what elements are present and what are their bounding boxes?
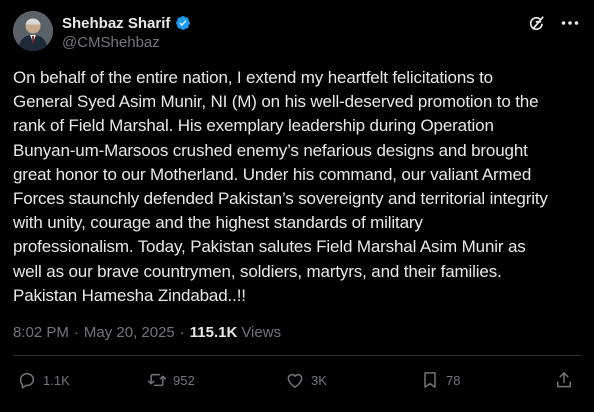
- post-card: Shehbaz Sharif @CMShehbaz On behalf of t…: [0, 0, 594, 412]
- views-label: Views: [241, 324, 282, 341]
- repost-count: 952: [173, 372, 195, 388]
- more-icon[interactable]: [560, 13, 580, 33]
- post-header: Shehbaz Sharif @CMShehbaz: [13, 11, 580, 53]
- reply-icon: [19, 373, 35, 389]
- display-name[interactable]: Shehbaz Sharif: [62, 15, 170, 32]
- meta-separator: ·: [179, 324, 185, 341]
- post-date[interactable]: May 20, 2025: [84, 324, 175, 341]
- bookmark-count: 78: [446, 372, 461, 388]
- divider: [13, 355, 581, 356]
- verified-badge-icon[interactable]: [174, 14, 192, 32]
- bookmark-icon: [424, 372, 436, 388]
- post-text: On behalf of the entire nation, I extend…: [13, 68, 548, 305]
- grok-icon[interactable]: [526, 13, 546, 33]
- heart-icon: [287, 373, 303, 388]
- name-row: Shehbaz Sharif: [62, 14, 192, 32]
- share-button[interactable]: [554, 370, 574, 390]
- meta-separator: ·: [73, 324, 79, 341]
- share-icon: [557, 372, 571, 388]
- post-meta: 8:02 PM · May 20, 2025 · 115.1K Views: [13, 324, 281, 341]
- like-count: 3K: [311, 372, 327, 388]
- like-button[interactable]: 3K: [285, 370, 327, 390]
- bookmark-button[interactable]: 78: [420, 370, 460, 390]
- author-handle[interactable]: @CMShehbaz: [62, 34, 160, 51]
- repost-icon: [147, 373, 167, 387]
- reply-button[interactable]: 1.1K: [17, 370, 70, 390]
- post-time[interactable]: 8:02 PM: [13, 324, 69, 341]
- avatar[interactable]: [13, 11, 53, 51]
- views-count[interactable]: 115.1K: [190, 324, 238, 341]
- reply-count: 1.1K: [43, 372, 70, 388]
- repost-button[interactable]: 952: [147, 370, 195, 390]
- action-bar: 1.1K 952 3K 78: [13, 370, 580, 396]
- header-actions: [526, 13, 580, 33]
